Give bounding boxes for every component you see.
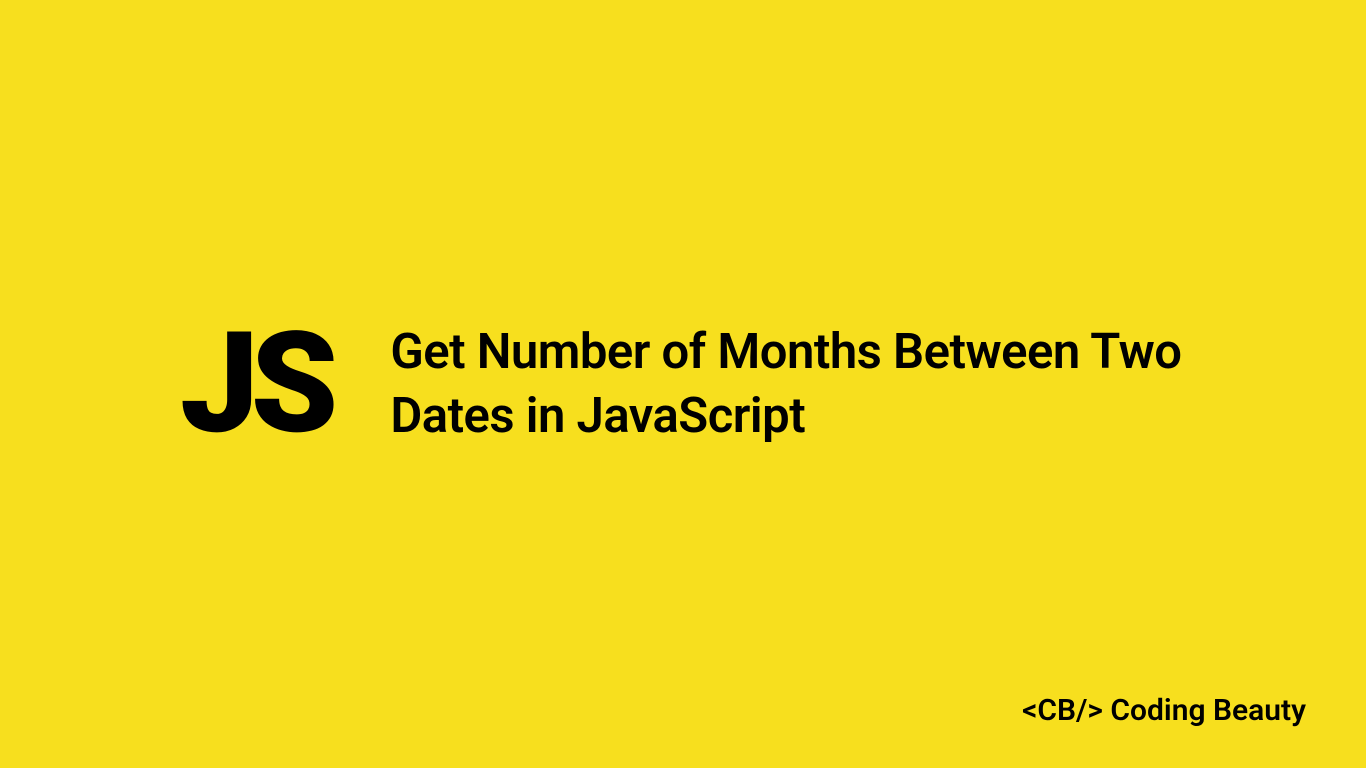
brand-footer: <CB/> Coding Beauty	[1022, 693, 1306, 728]
article-title: Get Number of Months Between Two Dates i…	[390, 320, 1186, 447]
javascript-logo: JS	[180, 314, 330, 454]
hero-content: JS Get Number of Months Between Two Date…	[0, 314, 1366, 454]
